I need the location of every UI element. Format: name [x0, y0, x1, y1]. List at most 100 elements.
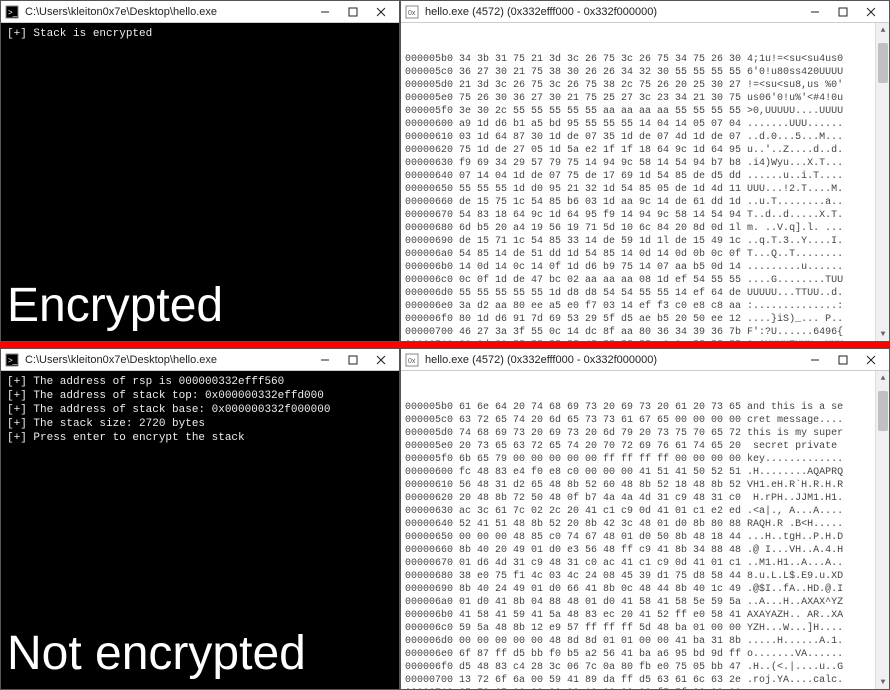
bottom-half: >_ C:\Users\kleiton0x7e\Desktop\hello.ex… [0, 348, 890, 690]
hex-row: 000006b0 14 0d 14 0c 14 0f 1d d6 b9 75 1… [405, 261, 885, 274]
svg-text:0x: 0x [408, 358, 416, 365]
console-line: [+] The address of rsp is 000000332efff5… [7, 375, 393, 389]
hex-row: 00000710 65 78 65 00 00 00 00 10 00 00 0… [405, 687, 885, 689]
hex-row: 000006f0 80 1d d6 91 7d 69 53 29 5f d5 a… [405, 313, 885, 326]
console-title-bottom: C:\Users\kleiton0x7e\Desktop\hello.exe [25, 354, 311, 366]
console-titlebar-bottom[interactable]: >_ C:\Users\kleiton0x7e\Desktop\hello.ex… [1, 349, 399, 371]
cmd-icon: >_ [5, 5, 19, 19]
scroll-down-icon[interactable]: ▼ [876, 327, 889, 341]
hex-row: 000005b0 61 6e 64 20 74 68 69 73 20 69 7… [405, 401, 885, 414]
hex-row: 00000600 a9 1d d6 b1 a5 bd 95 55 55 55 1… [405, 118, 885, 131]
hex-row: 000006c0 0c 0f 1d de 47 bc 02 aa aa aa 0… [405, 274, 885, 287]
svg-text:>_: >_ [8, 8, 18, 17]
console-line: [+] The address of stack top: 0x00000033… [7, 389, 393, 403]
hex-row: 000006e0 6f 87 ff d5 bb f0 b5 a2 56 41 b… [405, 648, 885, 661]
hex-title-bottom: hello.exe (4572) (0x332efff000 - 0x332f0… [425, 354, 801, 366]
console-title-top: C:\Users\kleiton0x7e\Desktop\hello.exe [25, 6, 311, 18]
min-icon[interactable] [311, 2, 339, 22]
hex-row: 000006b0 41 58 41 59 41 5a 48 83 ec 20 4… [405, 609, 885, 622]
scroll-up-icon[interactable]: ▲ [876, 23, 889, 37]
svg-text:0x: 0x [408, 10, 416, 17]
hex-body-bottom[interactable]: 000005b0 61 6e 64 20 74 68 69 73 20 69 7… [401, 371, 889, 689]
hex-row: 000005f0 3e 30 2c 55 55 55 55 55 aa aa a… [405, 105, 885, 118]
hex-row: 000006d0 55 55 55 55 55 1d d8 d8 54 54 5… [405, 287, 885, 300]
hex-row: 000006a0 01 d0 41 8b 04 88 48 01 d0 41 5… [405, 596, 885, 609]
console-window-bottom: >_ C:\Users\kleiton0x7e\Desktop\hello.ex… [0, 348, 400, 690]
hex-row: 00000630 ac 3c 61 7c 02 2c 20 41 c1 c9 0… [405, 505, 885, 518]
scrollbar[interactable]: ▲ ▼ [875, 371, 889, 689]
hex-row: 000006c0 59 5a 48 8b 12 e9 57 ff ff ff 5… [405, 622, 885, 635]
hex-row: 000005e0 20 73 65 63 72 65 74 20 70 72 6… [405, 440, 885, 453]
hex-row: 00000710 30 2d 30 55 55 55 55 45 55 55 5… [405, 339, 885, 341]
hex-row: 00000700 46 27 3a 3f 55 0c 14 dc 8f aa 8… [405, 326, 885, 339]
hex-icon: 0x [405, 5, 419, 19]
console-line: [+] Press enter to encrypt the stack [7, 431, 393, 445]
min-icon[interactable] [801, 2, 829, 22]
hex-row: 00000640 52 41 51 48 8b 52 20 8b 42 3c 4… [405, 518, 885, 531]
hex-row: 00000690 8b 40 24 49 01 d0 66 41 8b 0c 4… [405, 583, 885, 596]
hex-window-bottom: 0x hello.exe (4572) (0x332efff000 - 0x33… [400, 348, 890, 690]
scroll-thumb[interactable] [878, 391, 888, 431]
console-line: [+] The address of stack base: 0x0000003… [7, 403, 393, 417]
overlay-label-bottom: Not encrypted [7, 647, 306, 661]
hex-row: 00000660 de 15 75 1c 54 85 b6 03 1d aa 9… [405, 196, 885, 209]
scrollbar[interactable]: ▲ ▼ [875, 23, 889, 341]
console-line: [+] Stack is encrypted [7, 27, 393, 41]
close-icon[interactable] [857, 2, 885, 22]
hex-row: 00000670 01 d6 4d 31 c9 48 31 c0 ac 41 c… [405, 557, 885, 570]
hex-row: 000005e0 75 26 30 36 27 30 21 75 25 27 3… [405, 92, 885, 105]
hex-row: 00000640 07 14 04 1d de 07 75 de 17 69 1… [405, 170, 885, 183]
hex-row: 000006f0 d5 48 83 c4 28 3c 06 7c 0a 80 f… [405, 661, 885, 674]
hex-row: 000005d0 74 68 69 73 20 69 73 20 6d 79 2… [405, 427, 885, 440]
hex-row: 00000690 de 15 71 1c 54 85 33 14 de 59 1… [405, 235, 885, 248]
max-icon[interactable] [339, 2, 367, 22]
hex-row: 000005f0 6b 65 79 00 00 00 00 00 ff ff f… [405, 453, 885, 466]
close-icon[interactable] [367, 350, 395, 370]
hex-row: 000005d0 21 3d 3c 26 75 3c 26 75 38 2c 7… [405, 79, 885, 92]
hex-row: 00000700 13 72 6f 6a 00 59 41 89 da ff d… [405, 674, 885, 687]
hex-row: 00000680 38 e0 75 f1 4c 03 4c 24 08 45 3… [405, 570, 885, 583]
hex-row: 00000680 6d b5 20 a4 19 56 19 71 5d 10 6… [405, 222, 885, 235]
close-icon[interactable] [857, 350, 885, 370]
hex-row: 00000620 20 48 8b 72 50 48 0f b7 4a 4a 4… [405, 492, 885, 505]
max-icon[interactable] [829, 350, 857, 370]
hex-row: 000006e0 3a d2 aa 80 ee a5 e0 f7 03 14 e… [405, 300, 885, 313]
console-line: [+] The stack size: 2720 bytes [7, 417, 393, 431]
console-body-top[interactable]: [+] Stack is encrypted Encrypted [1, 23, 399, 341]
max-icon[interactable] [829, 2, 857, 22]
hex-icon: 0x [405, 353, 419, 367]
console-window-top: >_ C:\Users\kleiton0x7e\Desktop\hello.ex… [0, 0, 400, 342]
hex-row: 00000670 54 83 18 64 9c 1d 64 95 f9 14 9… [405, 209, 885, 222]
max-icon[interactable] [339, 350, 367, 370]
hex-row: 000005c0 36 27 30 21 75 38 30 26 26 34 3… [405, 66, 885, 79]
scroll-up-icon[interactable]: ▲ [876, 371, 889, 385]
hex-row: 000006d0 00 00 00 00 00 48 8d 8d 01 01 0… [405, 635, 885, 648]
svg-text:>_: >_ [8, 356, 18, 365]
hex-title-top: hello.exe (4572) (0x332efff000 - 0x332f0… [425, 6, 801, 18]
hex-row: 00000650 00 00 00 48 85 c0 74 67 48 01 d… [405, 531, 885, 544]
hex-row: 00000610 56 48 31 d2 65 48 8b 52 60 48 8… [405, 479, 885, 492]
min-icon[interactable] [311, 350, 339, 370]
close-icon[interactable] [367, 2, 395, 22]
hex-row: 000006a0 54 85 14 de 51 dd 1d 54 85 14 0… [405, 248, 885, 261]
scroll-thumb[interactable] [878, 43, 888, 83]
hex-row: 000005c0 63 72 65 74 20 6d 65 73 73 61 6… [405, 414, 885, 427]
hex-window-top: 0x hello.exe (4572) (0x332efff000 - 0x33… [400, 0, 890, 342]
hex-row: 00000620 75 1d de 27 05 1d 5a e2 1f 1f 1… [405, 144, 885, 157]
scroll-down-icon[interactable]: ▼ [876, 675, 889, 689]
hex-row: 000005b0 34 3b 31 75 21 3d 3c 26 75 3c 2… [405, 53, 885, 66]
hex-titlebar-bottom[interactable]: 0x hello.exe (4572) (0x332efff000 - 0x33… [401, 349, 889, 371]
cmd-icon: >_ [5, 353, 19, 367]
overlay-label-top: Encrypted [7, 299, 223, 313]
hex-body-top[interactable]: 000005b0 34 3b 31 75 21 3d 3c 26 75 3c 2… [401, 23, 889, 341]
min-icon[interactable] [801, 350, 829, 370]
hex-row: 00000660 8b 40 20 49 01 d0 e3 56 48 ff c… [405, 544, 885, 557]
hex-row: 00000650 55 55 55 1d d0 95 21 32 1d 54 8… [405, 183, 885, 196]
top-half: >_ C:\Users\kleiton0x7e\Desktop\hello.ex… [0, 0, 890, 342]
console-titlebar-top[interactable]: >_ C:\Users\kleiton0x7e\Desktop\hello.ex… [1, 1, 399, 23]
hex-titlebar-top[interactable]: 0x hello.exe (4572) (0x332efff000 - 0x33… [401, 1, 889, 23]
hex-row: 00000610 03 1d 64 87 30 1d de 07 35 1d d… [405, 131, 885, 144]
hex-row: 00000600 fc 48 83 e4 f0 e8 c0 00 00 00 4… [405, 466, 885, 479]
hex-row: 00000630 f9 69 34 29 57 79 75 14 94 9c 5… [405, 157, 885, 170]
console-body-bottom[interactable]: [+] The address of rsp is 000000332efff5… [1, 371, 399, 689]
